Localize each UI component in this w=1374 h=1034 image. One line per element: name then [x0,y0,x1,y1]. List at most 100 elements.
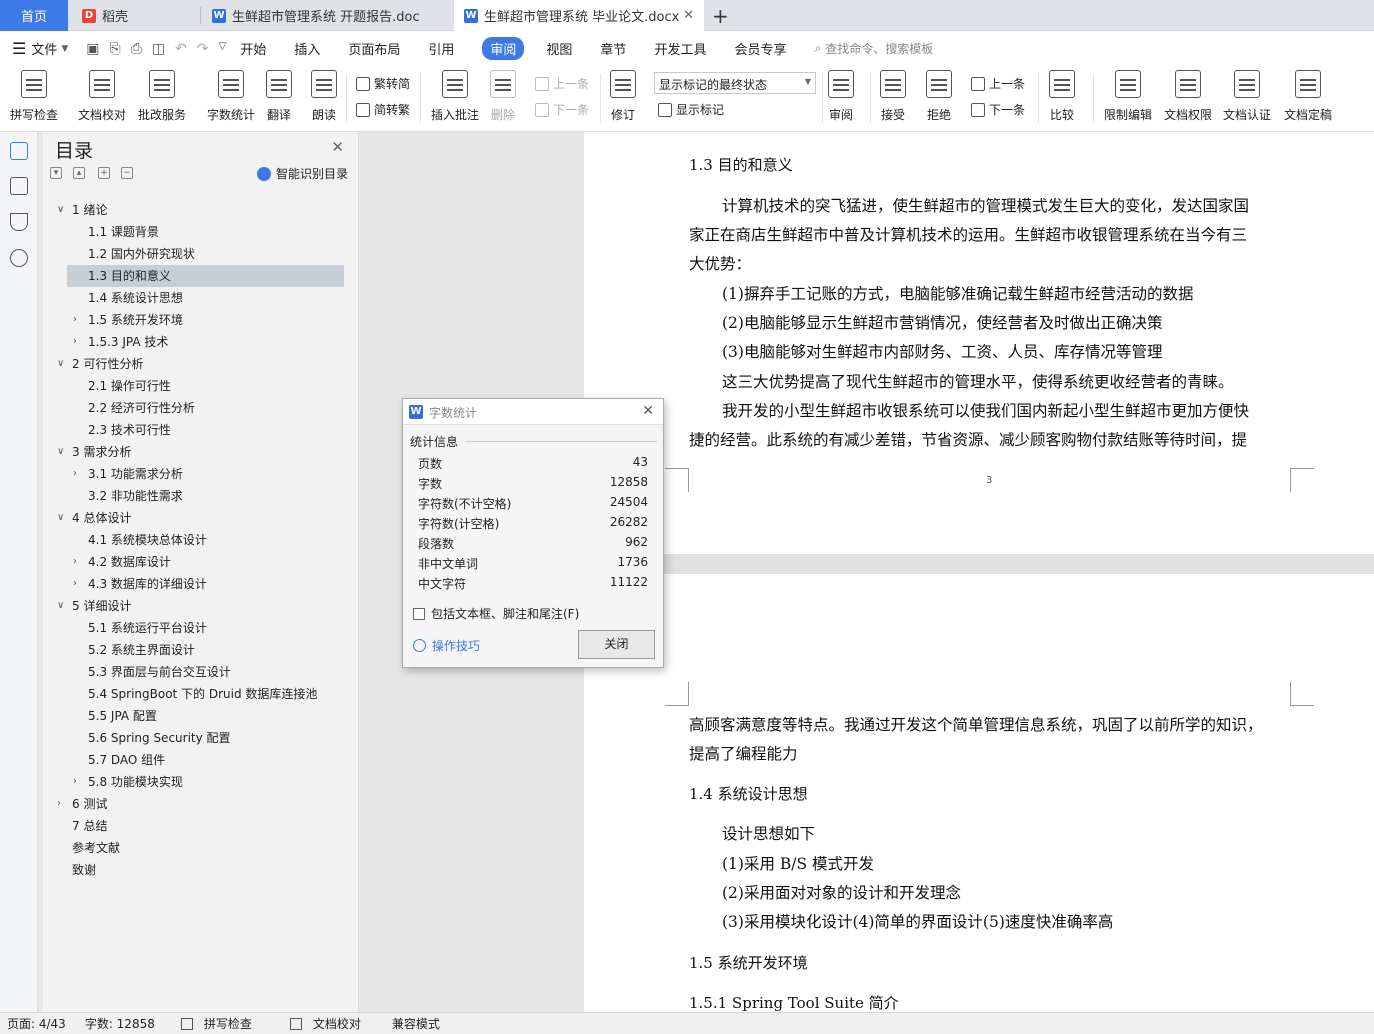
bookmark-icon[interactable] [10,213,28,231]
insert-comment-button[interactable]: 插入批注 [431,70,479,123]
include-notes-checkbox[interactable]: 包括文本框、脚注和尾注(F) [413,605,579,622]
markup-display-select[interactable]: 显示标记的最终状态 ▼ [654,72,816,94]
to-simplified-button[interactable]: 简转繁 [356,101,410,118]
close-icon[interactable]: ✕ [642,403,654,419]
toc-item[interactable]: ∨ 2 可行性分析 [43,353,359,375]
dialog-title-bar[interactable]: W 字数统计 ✕ [403,399,663,425]
tab-doc-proposal[interactable]: W 生鲜超市管理系统 开题报告.doc [202,0,452,31]
chevron-down-icon[interactable]: ∨ [57,507,64,529]
print-preview-icon[interactable]: ◫ [152,41,165,57]
menu-page-layout[interactable]: 页面布局 [348,39,400,58]
chevron-down-icon[interactable]: ∨ [57,199,64,221]
search-icon[interactable] [10,249,28,267]
menu-chapter[interactable]: 章节 [600,39,626,58]
next-comment-button[interactable]: 下一条 [535,101,589,118]
menu-view[interactable]: 视图 [546,39,572,58]
save-icon[interactable]: ▣ [86,41,99,57]
toc-item[interactable]: 1.3 目的和意义 [67,265,344,287]
delete-comment-button[interactable]: 删除 [490,70,516,123]
toc-item[interactable]: › 1.5.3 JPA 技术 [43,331,359,353]
status-spellcheck[interactable]: 拼写检查 [174,1015,264,1032]
toc-item[interactable]: 5.3 界面层与前台交互设计 [43,661,359,683]
chevron-right-icon[interactable]: › [73,573,77,595]
chevron-right-icon[interactable]: › [73,309,77,331]
toc-item[interactable]: 2.2 经济可行性分析 [43,397,359,419]
toc-panel-icon[interactable] [10,142,28,160]
chevron-right-icon[interactable]: › [73,463,77,485]
track-changes-button[interactable]: 修订 [610,70,636,123]
show-markup-button[interactable]: 显示标记 [658,101,724,118]
chevron-right-icon[interactable]: › [57,793,61,815]
toc-item[interactable]: 5.2 系统主界面设计 [43,639,359,661]
read-aloud-button[interactable]: 朗读 [311,70,337,123]
proofread-button[interactable]: 文档校对 [78,70,126,123]
menu-review[interactable]: 审阅 [482,37,525,60]
toc-item[interactable]: 5.6 Spring Security 配置 [43,727,359,749]
remove-item-icon[interactable]: − [121,167,133,179]
toc-item[interactable]: ∨ 3 需求分析 [43,441,359,463]
chevron-right-icon[interactable]: › [73,771,77,793]
spellcheck-button[interactable]: 拼写检查 [10,70,58,123]
toc-item[interactable]: 5.4 SpringBoot 下的 Druid 数据库连接池 [43,683,359,705]
chevron-right-icon[interactable]: › [73,331,77,353]
export-icon[interactable]: ⎘ [110,41,121,57]
toc-item[interactable]: 2.1 操作可行性 [43,375,359,397]
doc-finalize-button[interactable]: 文档定稿 [1284,70,1332,123]
toc-item[interactable]: 4.1 系统模块总体设计 [43,529,359,551]
toc-item[interactable]: 5.1 系统运行平台设计 [43,617,359,639]
command-search[interactable]: ⌕ 查找命令、搜索模板 [814,40,933,57]
tips-link[interactable]: 操作技巧 [413,637,480,654]
tab-doc-thesis[interactable]: W 生鲜超市管理系统 毕业论文.docx ✕ [454,0,704,31]
new-tab-button[interactable]: + [706,0,736,31]
menu-references[interactable]: 引用 [428,39,454,58]
close-icon[interactable]: ✕ [331,138,344,156]
undo-icon[interactable]: ↶ [175,41,187,57]
toc-item[interactable]: › 4.2 数据库设计 [43,551,359,573]
toc-item[interactable]: ∨ 5 详细设计 [43,595,359,617]
close-tab-icon[interactable]: ✕ [683,8,694,23]
toc-item[interactable]: 1.1 课题背景 [43,221,359,243]
chapter-nav-icon[interactable] [10,177,28,195]
translate-button[interactable]: 翻译 [266,70,292,123]
menu-home[interactable]: 开始 [240,39,266,58]
restrict-edit-button[interactable]: 限制编辑 [1104,70,1152,123]
toc-item[interactable]: 7 总结 [43,815,359,837]
prev-comment-button[interactable]: 上一条 [535,75,589,92]
review-service-button[interactable]: 批改服务 [138,70,186,123]
file-menu[interactable]: ☰ 文件 ▼ [12,39,68,58]
review-pane-button[interactable]: 审阅 [828,70,854,123]
to-traditional-button[interactable]: 繁转简 [356,75,410,92]
status-proofread[interactable]: 文档校对 [283,1015,373,1032]
redo-icon[interactable]: ↷ [197,41,209,57]
prev-change-button[interactable]: 上一条 [971,75,1025,92]
chevron-down-icon[interactable]: ∨ [57,353,64,375]
menu-developer[interactable]: 开发工具 [654,39,706,58]
tab-docer[interactable]: D 稻壳 [72,0,200,31]
menu-membership[interactable]: 会员专享 [734,39,786,58]
print-icon[interactable]: ⎙ [131,41,142,57]
toc-item[interactable]: › 6 测试 [43,793,359,815]
word-count-button[interactable]: 字数统计 [207,70,255,123]
toc-item[interactable]: 3.2 非功能性需求 [43,485,359,507]
toc-item[interactable]: 2.3 技术可行性 [43,419,359,441]
toc-item[interactable]: 致谢 [43,859,359,881]
chevron-down-icon[interactable]: ∨ [57,595,64,617]
doc-permission-button[interactable]: 文档权限 [1164,70,1212,123]
toc-item[interactable]: 参考文献 [43,837,359,859]
toc-item[interactable]: ∨ 1 绪论 [43,199,359,221]
tab-home[interactable]: 首页 [0,0,68,31]
status-word-count[interactable]: 字数: 12858 [85,1015,155,1032]
next-change-button[interactable]: 下一条 [971,101,1025,118]
toc-item[interactable]: › 1.5 系统开发环境 [43,309,359,331]
compare-button[interactable]: 比较 [1049,70,1075,123]
collapse-all-icon[interactable]: ▾ [50,167,62,179]
close-button[interactable]: 关闭 [578,630,655,659]
toc-item[interactable]: 1.2 国内外研究现状 [43,243,359,265]
doc-certify-button[interactable]: 文档认证 [1223,70,1271,123]
toc-item[interactable]: › 4.3 数据库的详细设计 [43,573,359,595]
accept-button[interactable]: 接受 [880,70,906,123]
menu-insert[interactable]: 插入 [294,39,320,58]
expand-all-icon[interactable]: ▴ [73,167,85,179]
toc-item[interactable]: 5.5 JPA 配置 [43,705,359,727]
status-page[interactable]: 页面: 4/43 [7,1015,66,1032]
